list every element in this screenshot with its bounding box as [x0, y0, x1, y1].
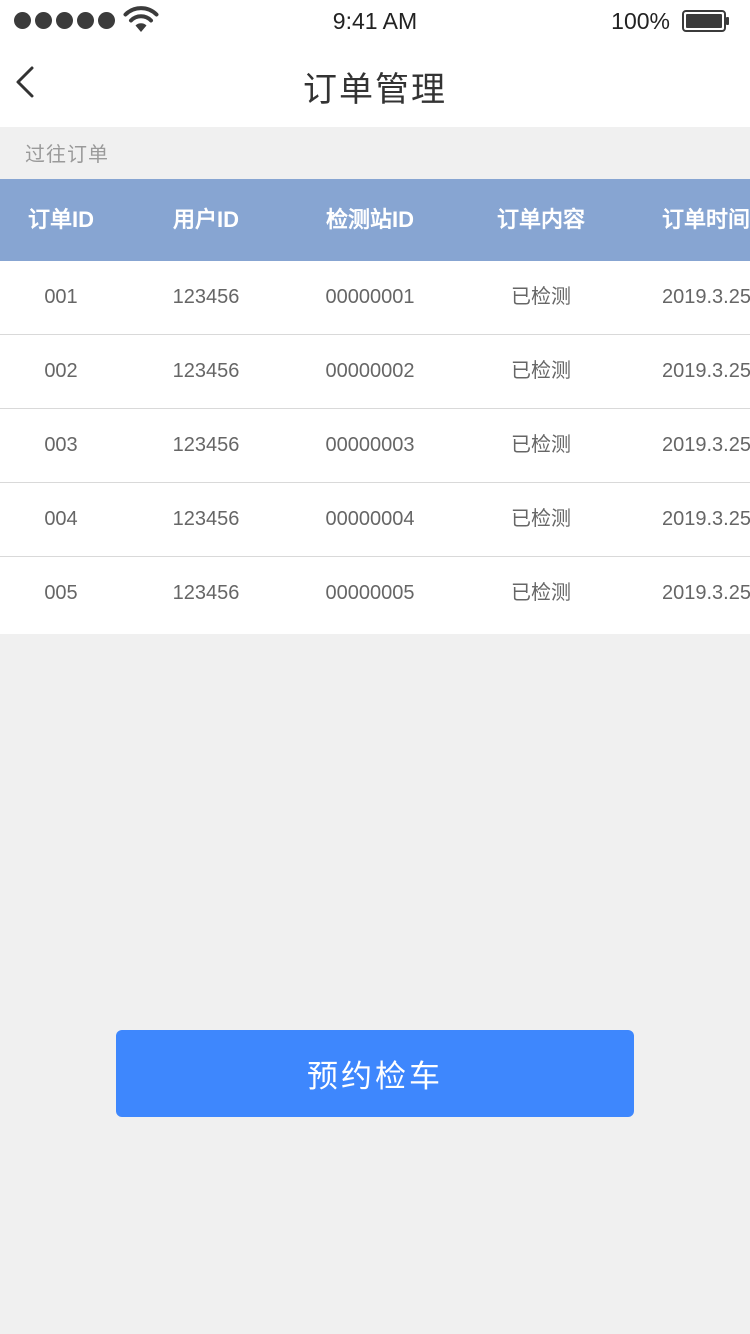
cell-order-id: 002: [44, 360, 78, 382]
cell-order-time: 2019.3.25: [662, 434, 750, 456]
cell-order-time: 2019.3.25: [662, 508, 750, 530]
section-label: 过往订单: [25, 144, 109, 166]
column-header-user-id: 用户ID: [172, 207, 239, 232]
column-header-order-id: 订单ID: [27, 207, 94, 232]
table-row[interactable]: 005 123456 00000005 已检测 2019.3.25: [0, 557, 750, 634]
nav-bar: 订单管理: [0, 42, 750, 127]
cell-order-id: 001: [44, 286, 78, 308]
cell-order-content: 已检测: [511, 582, 571, 604]
cell-order-time: 2019.3.25: [662, 360, 750, 382]
cell-user-id: 123456: [172, 582, 240, 604]
column-header-order-content: 订单内容: [496, 207, 585, 232]
cell-user-id: 123456: [172, 434, 240, 456]
battery-icon: [682, 10, 729, 32]
cell-station-id: 00000003: [325, 434, 415, 456]
cell-user-id: 123456: [172, 286, 240, 308]
cell-user-id: 123456: [172, 508, 240, 530]
cell-order-id: 005: [44, 582, 78, 604]
table-row[interactable]: 001 123456 00000001 已检测 2019.3.25: [0, 261, 750, 335]
cell-order-id: 004: [44, 508, 78, 530]
cell-station-id: 00000002: [325, 360, 415, 382]
cell-station-id: 00000004: [325, 508, 415, 530]
page-title: 订单管理: [303, 71, 447, 109]
cell-order-time: 2019.3.25: [662, 286, 750, 308]
orders-table: 订单ID 用户ID 检测站ID 订单内容 订单时间 001 123456 000…: [0, 179, 750, 634]
table-row[interactable]: 004 123456 00000004 已检测 2019.3.25: [0, 483, 750, 557]
table-row[interactable]: 003 123456 00000003 已检测 2019.3.25: [0, 409, 750, 483]
table-row[interactable]: 002 123456 00000002 已检测 2019.3.25: [0, 335, 750, 409]
battery-percent: 100%: [611, 8, 670, 34]
cell-order-content: 已检测: [511, 360, 571, 382]
cell-user-id: 123456: [172, 360, 240, 382]
table-body: 001 123456 00000001 已检测 2019.3.25 002 12…: [0, 261, 750, 634]
column-header-station-id: 检测站ID: [325, 207, 414, 232]
table-header: 订单ID 用户ID 检测站ID 订单内容 订单时间: [0, 179, 750, 261]
cell-order-content: 已检测: [511, 286, 571, 308]
cell-order-content: 已检测: [511, 434, 571, 456]
book-inspection-button[interactable]: 预约检车: [116, 1030, 634, 1117]
cell-station-id: 00000001: [325, 286, 415, 308]
cell-order-id: 003: [44, 434, 78, 456]
column-header-order-time: 订单时间: [662, 207, 750, 232]
status-bar: 9:41 AM 100%: [0, 0, 750, 42]
cell-station-id: 00000005: [325, 582, 415, 604]
cell-order-content: 已检测: [511, 508, 571, 530]
cell-order-time: 2019.3.25: [662, 582, 750, 604]
